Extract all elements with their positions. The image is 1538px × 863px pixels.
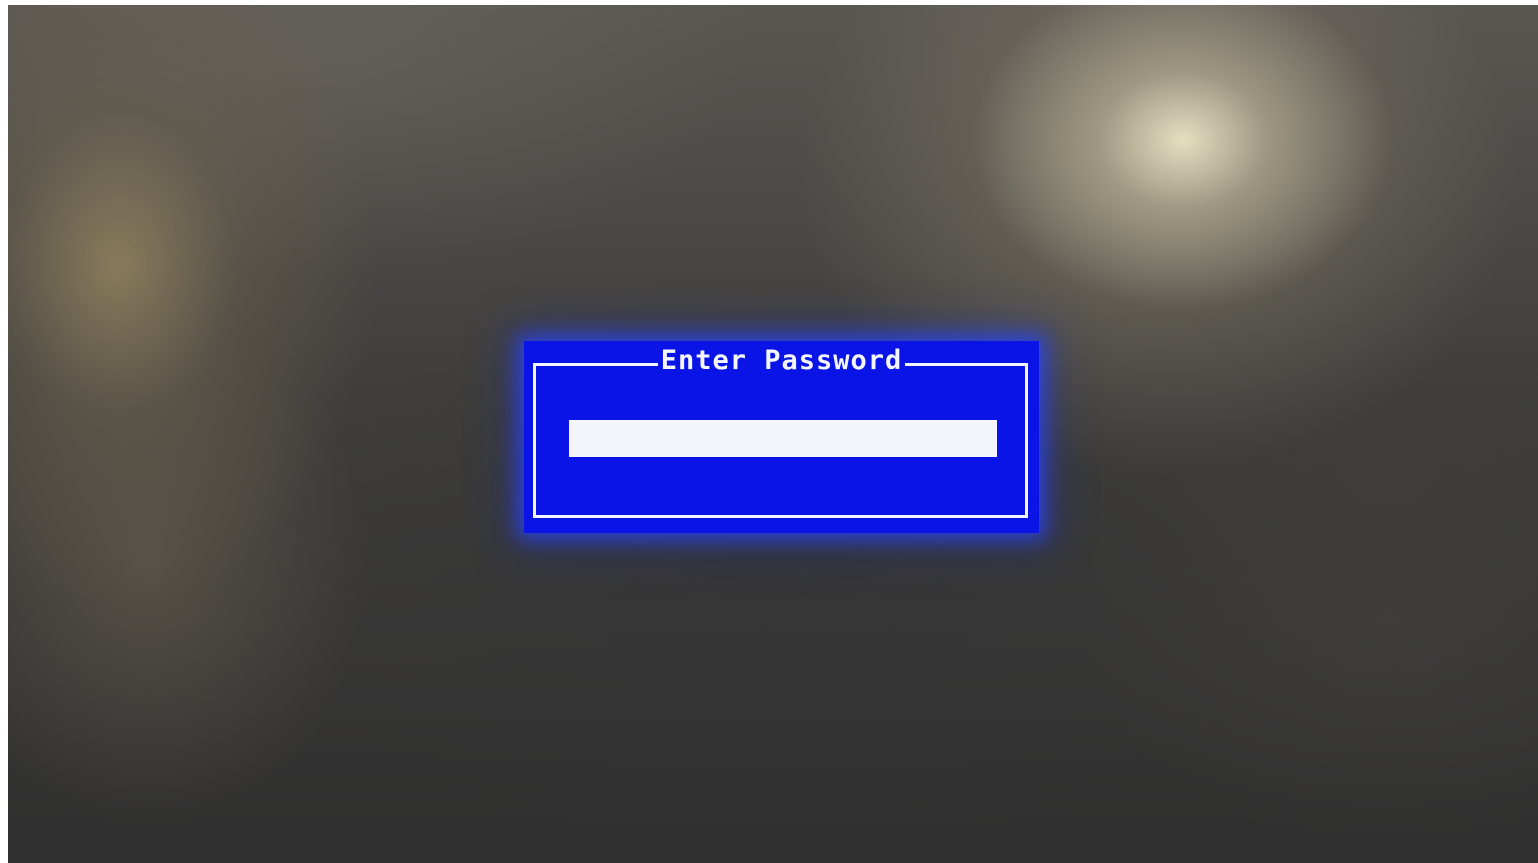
dialog-title: Enter Password [657, 345, 906, 376]
monitor-screen: Enter Password [8, 5, 1538, 863]
password-input[interactable] [569, 420, 997, 457]
dialog-title-row: Enter Password [524, 344, 1039, 378]
password-dialog: Enter Password [524, 341, 1039, 533]
